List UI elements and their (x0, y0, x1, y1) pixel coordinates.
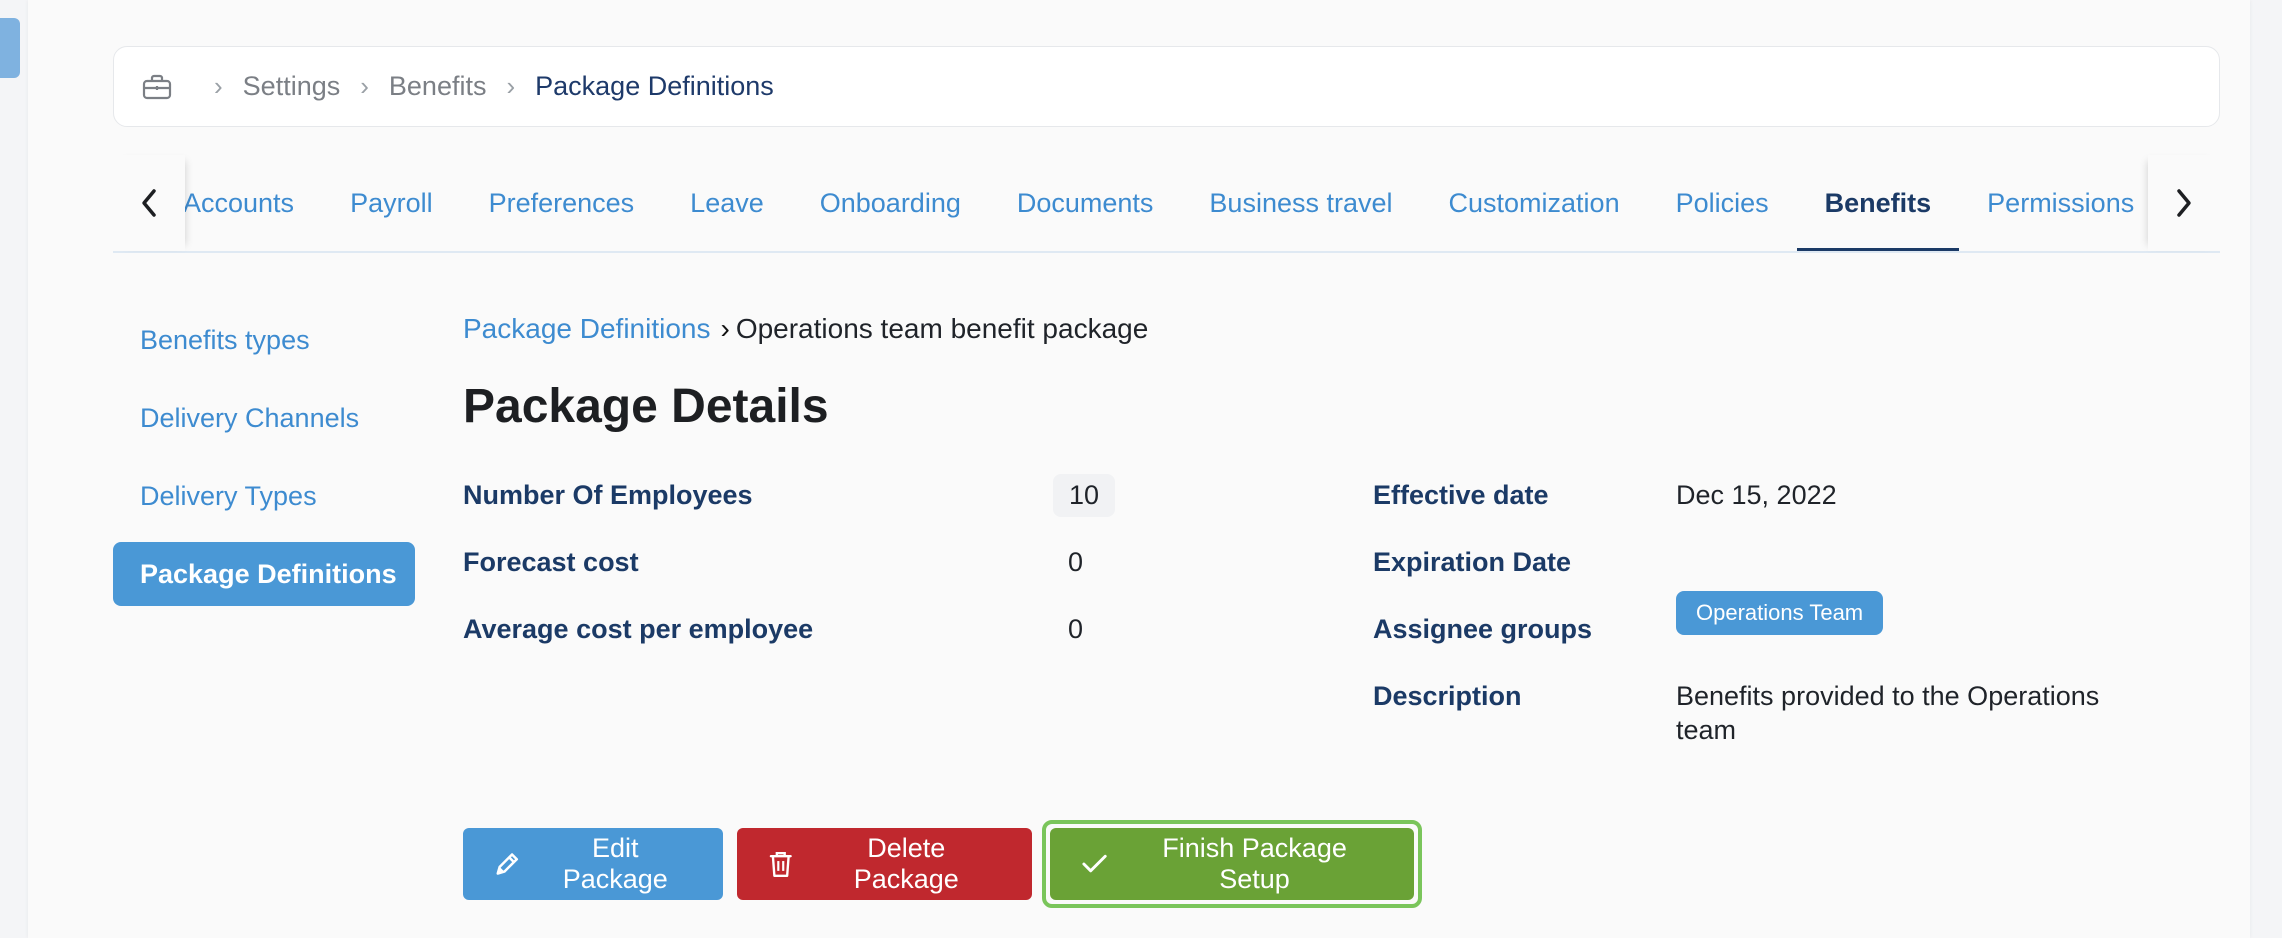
expiration-date-label: Expiration Date (1373, 546, 1572, 577)
finish-package-setup-label: Finish Package Setup (1162, 833, 1347, 894)
tab-permissions[interactable]: Permissions (1959, 155, 2148, 251)
detail-value-forecast-cost: 0 (1068, 546, 1084, 577)
detail-value-employees: 10 (1053, 473, 1116, 517)
settings-card: › Settings › Benefits › Package Definiti… (28, 0, 2250, 938)
tabs-scroll-left-button[interactable] (113, 155, 185, 251)
briefcase-icon[interactable] (142, 74, 172, 100)
chevron-left-icon (142, 189, 156, 217)
checkmark-icon (1082, 854, 1107, 873)
chevron-right-icon (2177, 189, 2191, 217)
breadcrumb-benefits[interactable]: Benefits (389, 71, 487, 102)
description-value: Benefits provided to the Operations team (1676, 681, 2100, 745)
tab-business-travel[interactable]: Business travel (1181, 155, 1420, 251)
detail-label: Number Of Employees (463, 479, 753, 510)
finish-package-setup-button[interactable]: Finish Package Setup (1050, 828, 1414, 900)
sub-breadcrumb: Package Definitions › Operations team be… (463, 300, 2223, 358)
description-label: Description (1373, 680, 1522, 711)
trash-icon (769, 852, 792, 877)
tab-leave[interactable]: Leave (662, 155, 792, 251)
finish-button-focus-ring: Finish Package Setup (1042, 820, 1422, 908)
effective-date-label: Effective date (1373, 479, 1549, 510)
breadcrumb-current: Package Definitions (535, 71, 774, 101)
detail-label: Average cost per employee (463, 613, 814, 644)
tab-policies[interactable]: Policies (1648, 155, 1797, 251)
side-nav-package-definitions[interactable]: Package Definitions (113, 542, 415, 606)
package-actions: Edit Package Delete Package Finish Packa… (463, 820, 1422, 908)
chevron-right-icon: › (360, 71, 369, 101)
assignee-groups-label: Assignee groups (1373, 613, 1593, 644)
sub-breadcrumb-parent-link[interactable]: Package Definitions (463, 313, 710, 345)
delete-package-label: Delete Package (853, 833, 959, 894)
assignee-group-badge[interactable]: Operations Team (1676, 591, 1884, 635)
delete-package-button[interactable]: Delete Package (737, 828, 1032, 900)
detail-value-average-cost: 0 (1068, 613, 1084, 644)
chevron-right-icon: › (720, 313, 730, 344)
tabs-scroll-right-button[interactable] (2148, 155, 2220, 251)
chevron-right-icon: › (214, 71, 223, 101)
chevron-right-icon: › (506, 71, 516, 101)
side-nav-benefits-types[interactable]: Benefits types (113, 308, 415, 372)
tab-onboarding[interactable]: Onboarding (792, 155, 989, 251)
page-title: Package Details (463, 379, 829, 433)
pencil-icon (496, 853, 519, 875)
detail-label: Forecast cost (463, 546, 639, 577)
benefits-side-nav: Benefits types Delivery Channels Deliver… (113, 308, 415, 620)
tab-preferences[interactable]: Preferences (461, 155, 663, 251)
edit-package-label: Edit Package (562, 833, 668, 894)
detail-row-forecast-cost: Forecast cost (463, 542, 639, 582)
tab-accounts[interactable]: Accounts (185, 155, 322, 251)
effective-date-value: Dec 15, 2022 (1676, 479, 1837, 510)
settings-tabs: Accounts Payroll Preferences Leave Onboa… (113, 155, 2220, 253)
edit-package-button[interactable]: Edit Package (463, 828, 723, 900)
tab-benefits[interactable]: Benefits (1796, 155, 1960, 251)
breadcrumb: › Settings › Benefits › Package Definiti… (113, 46, 2220, 127)
tab-documents[interactable]: Documents (989, 155, 1182, 251)
side-nav-delivery-channels[interactable]: Delivery Channels (113, 386, 415, 450)
sub-breadcrumb-current: Operations team benefit package (735, 313, 1149, 344)
detail-row-employees: Number Of Employees (463, 475, 753, 515)
side-nav-delivery-types[interactable]: Delivery Types (113, 464, 415, 528)
detail-row-average-cost: Average cost per employee (463, 609, 813, 649)
left-accent-bar (0, 18, 20, 78)
breadcrumb-settings[interactable]: Settings (243, 71, 341, 102)
main-content: Package Definitions › Operations team be… (463, 300, 2223, 745)
tab-payroll[interactable]: Payroll (322, 155, 461, 251)
tab-customization[interactable]: Customization (1421, 155, 1648, 251)
tab-strip: Accounts Payroll Preferences Leave Onboa… (185, 155, 2148, 251)
